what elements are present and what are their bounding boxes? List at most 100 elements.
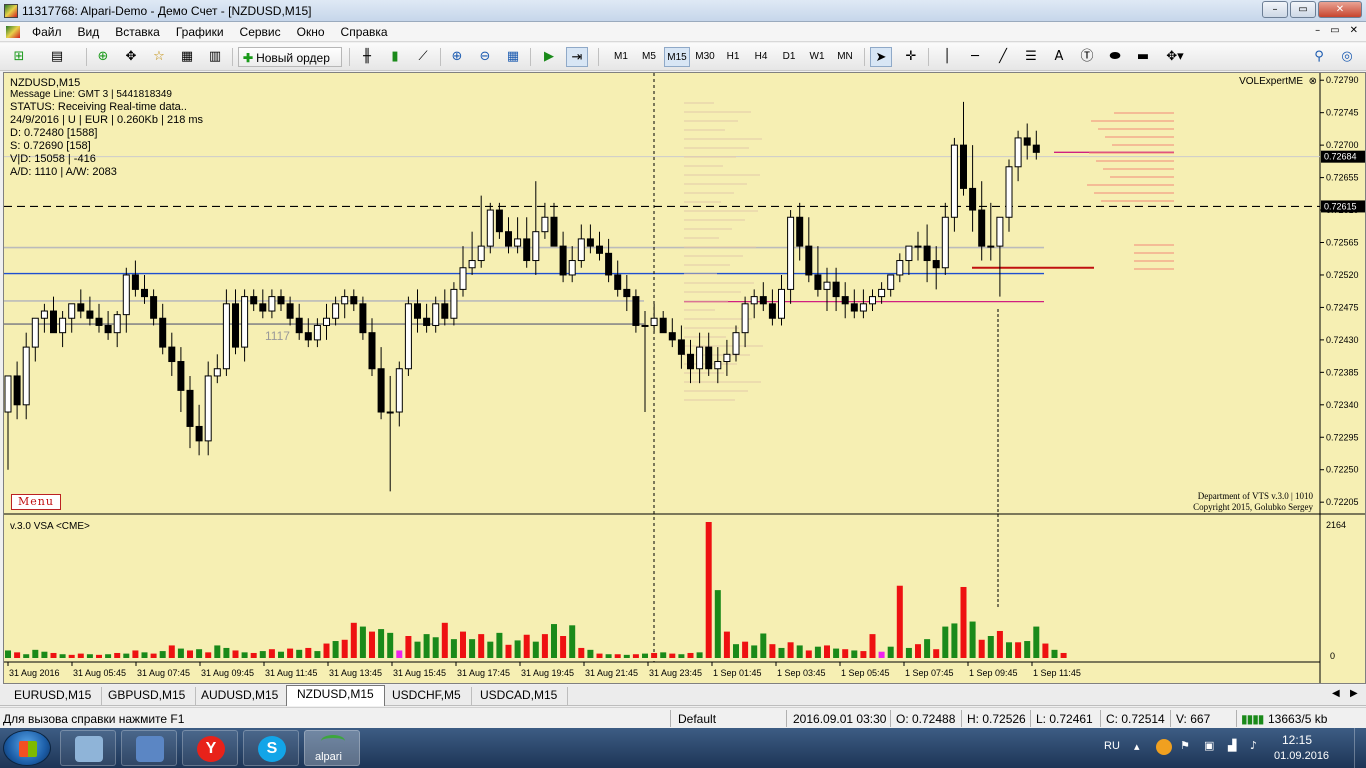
chart-close-button[interactable]: ✕ bbox=[1350, 25, 1358, 36]
trend-line-icon[interactable]: ╱ bbox=[992, 47, 1014, 67]
task-skype[interactable]: S bbox=[243, 730, 299, 766]
chart-canvas[interactable]: 0.727900.727450.727000.726550.726100.725… bbox=[4, 73, 1365, 683]
new-chart-icon[interactable]: ⊞ bbox=[8, 47, 30, 67]
menu-insert[interactable]: Вставка bbox=[107, 25, 168, 39]
candle-bull bbox=[68, 303, 76, 319]
menu-help[interactable]: Справка bbox=[333, 25, 396, 39]
zoom-in-icon[interactable]: ⊕ bbox=[446, 47, 468, 67]
tf-m15[interactable]: M15 bbox=[664, 47, 690, 67]
volume-bar bbox=[114, 652, 121, 658]
menu-file[interactable]: Файл bbox=[24, 25, 70, 39]
chart-shift-icon[interactable]: ⇥ bbox=[566, 47, 588, 67]
volume-bar bbox=[478, 634, 485, 658]
candle-bull bbox=[323, 317, 330, 326]
language-indicator[interactable]: RU bbox=[1104, 740, 1120, 752]
vertical-line-icon[interactable]: │ bbox=[936, 47, 958, 67]
tf-h4[interactable]: H4 bbox=[748, 47, 774, 67]
start-button[interactable] bbox=[3, 730, 51, 766]
text-label-icon[interactable]: Ⓣ bbox=[1076, 47, 1098, 67]
horizontal-line-icon[interactable]: ─ bbox=[964, 47, 986, 67]
tf-h1[interactable]: H1 bbox=[720, 47, 746, 67]
menu-view[interactable]: Вид bbox=[70, 25, 108, 39]
profiles-icon[interactable]: ▤ bbox=[46, 47, 68, 67]
volume-bar bbox=[86, 654, 93, 658]
price-tick-label: 0.72295 bbox=[1326, 432, 1359, 442]
chart-window[interactable]: 0.727900.727450.727000.726550.726100.725… bbox=[3, 72, 1366, 684]
chart-restore-button[interactable]: ▭ bbox=[1330, 25, 1339, 36]
restore-button[interactable]: ▭ bbox=[1290, 1, 1316, 18]
status-profile[interactable]: Default bbox=[678, 712, 716, 726]
tf-m30[interactable]: M30 bbox=[692, 47, 718, 67]
new-order-button[interactable]: ✚ Новый ордер bbox=[238, 47, 342, 67]
tray-network-icon[interactable]: ▟ bbox=[1228, 739, 1236, 752]
tab-usdchf[interactable]: USDCHF,M5 bbox=[382, 687, 472, 705]
indicator-menu-button[interactable]: Menu bbox=[11, 494, 61, 510]
tray-device-icon[interactable]: ▣ bbox=[1204, 739, 1214, 752]
tab-eurusd[interactable]: EURUSD,M15 bbox=[4, 687, 103, 705]
equidistant-channel-icon[interactable]: ☰ bbox=[1020, 47, 1042, 67]
zoom-out-icon[interactable]: ⊖ bbox=[474, 47, 496, 67]
text-icon[interactable]: A bbox=[1048, 47, 1070, 67]
tray-flag-icon[interactable]: ⚑ bbox=[1180, 739, 1190, 752]
tf-w1[interactable]: W1 bbox=[804, 47, 830, 67]
current-price-label: 0.72684 bbox=[1324, 152, 1357, 162]
tray-volume-icon[interactable]: ♪ bbox=[1250, 739, 1257, 752]
close-button[interactable]: ✕ bbox=[1318, 1, 1362, 18]
auto-scroll-icon[interactable]: ▶ bbox=[538, 47, 560, 67]
show-desktop-button[interactable] bbox=[1354, 728, 1366, 768]
task-calculator[interactable] bbox=[60, 730, 116, 766]
tf-m1[interactable]: M1 bbox=[608, 47, 634, 67]
minimize-button[interactable]: – bbox=[1262, 1, 1288, 18]
bar-chart-icon[interactable]: ╫ bbox=[356, 47, 378, 67]
volexpert-close-icon[interactable]: ⊗ bbox=[1309, 76, 1317, 87]
tab-nzdusd[interactable]: NZDUSD,M15 bbox=[286, 685, 385, 706]
community-icon[interactable]: ◎ bbox=[1336, 47, 1358, 67]
tf-mn[interactable]: MN bbox=[832, 47, 858, 67]
menu-tools[interactable]: Сервис bbox=[232, 25, 289, 39]
cursor-icon[interactable]: ➤ bbox=[870, 47, 892, 67]
tf-d1[interactable]: D1 bbox=[776, 47, 802, 67]
tray-expand-icon[interactable]: ▴ bbox=[1134, 740, 1140, 753]
candle-bull bbox=[468, 260, 476, 269]
menu-window[interactable]: Окно bbox=[289, 25, 333, 39]
toolbar: ⊞ ▤ ⊕ ✥ ☆ ▦ ▥ ✚ Новый ордер ╫ ▮ ⟋ ⊕ ⊖ ▦ ▶… bbox=[0, 43, 1366, 71]
task-alpari[interactable]: alpari bbox=[304, 730, 360, 766]
navigator-icon[interactable]: ✥ bbox=[120, 47, 142, 67]
line-chart-icon[interactable]: ⟋ bbox=[412, 47, 434, 67]
candle-bear bbox=[505, 231, 512, 247]
ellipse-icon[interactable]: ⬬ bbox=[1104, 47, 1126, 67]
tabs-scroll-left[interactable]: ◀ bbox=[1332, 688, 1340, 699]
candle-bull bbox=[787, 216, 795, 290]
task-remote[interactable] bbox=[121, 730, 177, 766]
volume-bar bbox=[214, 645, 221, 658]
taskbar: Y S alpari RU ▴ ⚑ ▣ ▟ ♪ 12:15 01.09.2016 bbox=[0, 728, 1366, 768]
task-yandex[interactable]: Y bbox=[182, 730, 238, 766]
tf-m5[interactable]: M5 bbox=[636, 47, 662, 67]
tabs-scroll-right[interactable]: ▶ bbox=[1350, 688, 1358, 699]
menu-charts[interactable]: Графики bbox=[168, 25, 232, 39]
candle-bull bbox=[395, 368, 403, 413]
chart-minimize-button[interactable]: – bbox=[1315, 25, 1320, 36]
tab-usdcad[interactable]: USDCAD,M15 bbox=[470, 687, 569, 705]
market-watch-icon[interactable]: ⊕ bbox=[92, 47, 114, 67]
chart-window-icon[interactable] bbox=[6, 26, 20, 38]
candle-bull bbox=[778, 288, 785, 319]
volume-bar bbox=[833, 648, 840, 658]
tile-windows-icon[interactable]: ▦ bbox=[502, 47, 524, 67]
crosshair-icon[interactable]: ✛ bbox=[900, 47, 922, 67]
candle-bull bbox=[650, 317, 658, 326]
clock-date[interactable]: 01.09.2016 bbox=[1274, 750, 1329, 762]
history-icon[interactable]: ▥ bbox=[204, 47, 226, 67]
tab-audusd[interactable]: AUDUSD,M15 bbox=[191, 687, 290, 705]
status-connection[interactable]: 13663/5 kb bbox=[1268, 712, 1327, 726]
rectangle-icon[interactable]: ▬ bbox=[1132, 47, 1154, 67]
candle-chart-icon[interactable]: ▮ bbox=[384, 47, 406, 67]
terminal-icon[interactable]: ☆ bbox=[148, 47, 170, 67]
strategy-tester-icon[interactable]: ▦ bbox=[176, 47, 198, 67]
tab-gbpusd[interactable]: GBPUSD,M15 bbox=[98, 687, 197, 705]
search-icon[interactable]: ⚲ bbox=[1308, 47, 1330, 67]
candle-bear bbox=[159, 317, 167, 348]
clock-time[interactable]: 12:15 bbox=[1282, 733, 1312, 747]
arrows-dropdown-icon[interactable]: ✥▾ bbox=[1160, 47, 1190, 67]
tray-app-icon[interactable] bbox=[1156, 739, 1172, 755]
